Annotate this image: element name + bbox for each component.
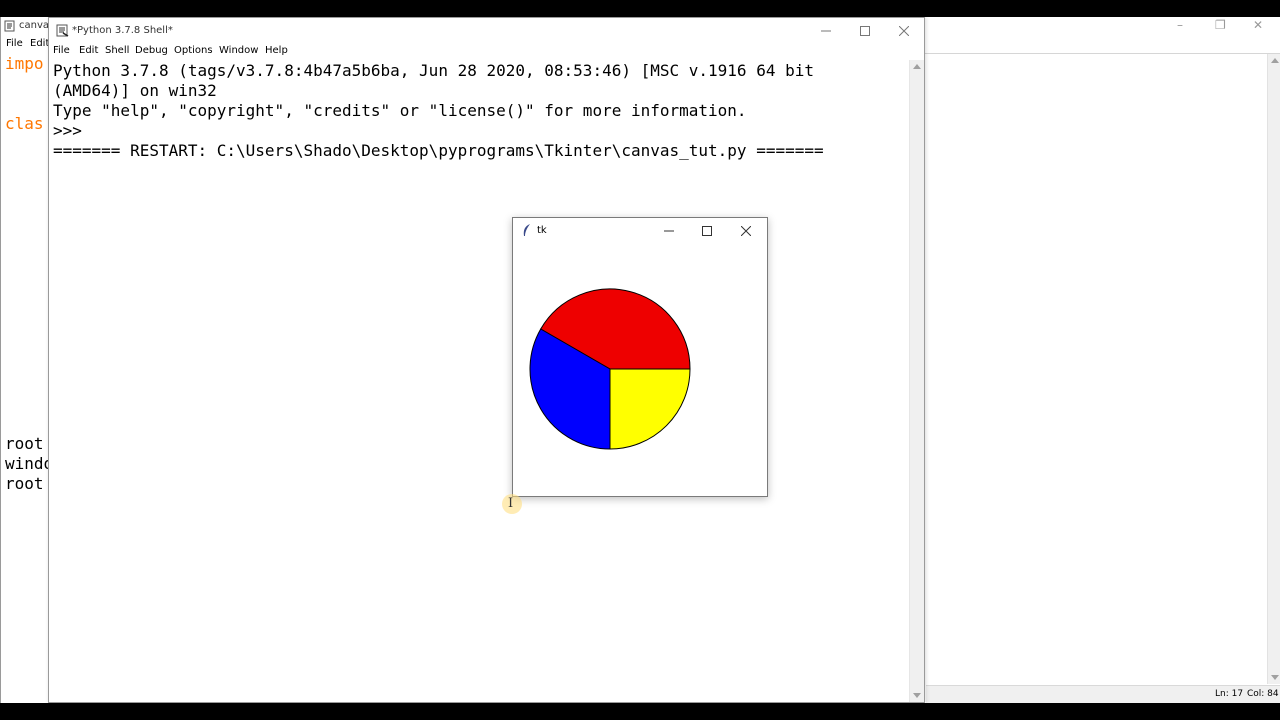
bottom-black-bar	[0, 703, 1280, 720]
close-icon	[741, 226, 751, 236]
code-fragment: clas	[5, 114, 44, 133]
editor-menu-file[interactable]: File	[6, 38, 23, 49]
close-icon[interactable]: ✕	[1253, 18, 1263, 32]
shell-menubar: File Edit Shell Debug Options Window Hel…	[49, 44, 924, 60]
shell-scrollbar[interactable]	[909, 60, 924, 702]
close-icon	[899, 26, 909, 36]
menu-options[interactable]: Options	[174, 45, 213, 56]
menu-help[interactable]: Help	[265, 45, 288, 56]
shell-output[interactable]: Python 3.7.8 (tags/v3.7.8:4b47a5b6ba, Ju…	[53, 61, 909, 161]
code-fragment: root	[5, 434, 44, 453]
pie-slice-yellow	[609, 368, 691, 450]
shell-maximize-button[interactable]	[848, 22, 882, 40]
shell-line: Python 3.7.8 (tags/v3.7.8:4b47a5b6ba, Ju…	[53, 61, 814, 80]
tk-titlebar[interactable]: tk	[513, 218, 767, 244]
shell-line: (AMD64)] on win32	[53, 81, 217, 100]
scroll-up-icon[interactable]	[913, 64, 921, 69]
editor-scrollbar[interactable]	[1267, 54, 1280, 684]
minimize-icon[interactable]: –	[1177, 18, 1183, 32]
code-fragment: root	[5, 474, 44, 493]
tk-minimize-button[interactable]	[652, 222, 686, 240]
editor-menu-edit[interactable]: Edit	[30, 38, 49, 49]
shell-prompt: >>>	[53, 121, 92, 140]
tk-feather-icon	[523, 224, 530, 236]
tk-window: tk	[512, 217, 768, 497]
tk-title: tk	[537, 225, 547, 236]
shell-titlebar[interactable]: *Python 3.7.8 Shell*	[49, 18, 924, 44]
shell-line: ======= RESTART: C:\Users\Shado\Desktop\…	[53, 141, 824, 160]
idle-icon	[4, 20, 15, 32]
minimize-icon	[821, 30, 831, 32]
menu-window[interactable]: Window	[219, 45, 258, 56]
editor-statusbar: Ln: 17 Col: 84	[926, 685, 1280, 703]
menu-shell[interactable]: Shell	[105, 45, 129, 56]
code-fragment: windo	[5, 454, 54, 473]
minimize-icon	[664, 230, 674, 232]
scroll-down-icon[interactable]	[913, 693, 921, 698]
menu-edit[interactable]: Edit	[79, 45, 98, 56]
scroll-down-icon[interactable]	[1271, 675, 1279, 680]
editor-divider	[925, 53, 1280, 54]
maximize-icon	[702, 226, 712, 236]
maximize-icon	[860, 26, 870, 36]
shell-minimize-button[interactable]	[809, 22, 843, 40]
tk-maximize-button[interactable]	[690, 222, 724, 240]
idle-icon	[56, 24, 69, 37]
status-col: Col: 84	[1247, 689, 1279, 699]
code-fragment: impo	[5, 54, 44, 73]
shell-title: *Python 3.7.8 Shell*	[72, 25, 173, 36]
shell-close-button[interactable]	[887, 22, 921, 40]
shell-line: Type "help", "copyright", "credits" or "…	[53, 101, 747, 120]
menu-debug[interactable]: Debug	[135, 45, 168, 56]
scroll-up-icon[interactable]	[1271, 58, 1279, 63]
top-black-bar	[0, 0, 1280, 17]
tk-close-button[interactable]	[729, 222, 763, 240]
tk-canvas[interactable]	[513, 244, 767, 496]
restore-icon[interactable]: ❐	[1215, 18, 1226, 32]
menu-file[interactable]: File	[53, 45, 70, 56]
shell-window: *Python 3.7.8 Shell* File Edit Shell Deb…	[48, 17, 925, 703]
status-line: Ln: 17	[1215, 689, 1244, 699]
text-cursor-icon: I	[508, 496, 514, 511]
